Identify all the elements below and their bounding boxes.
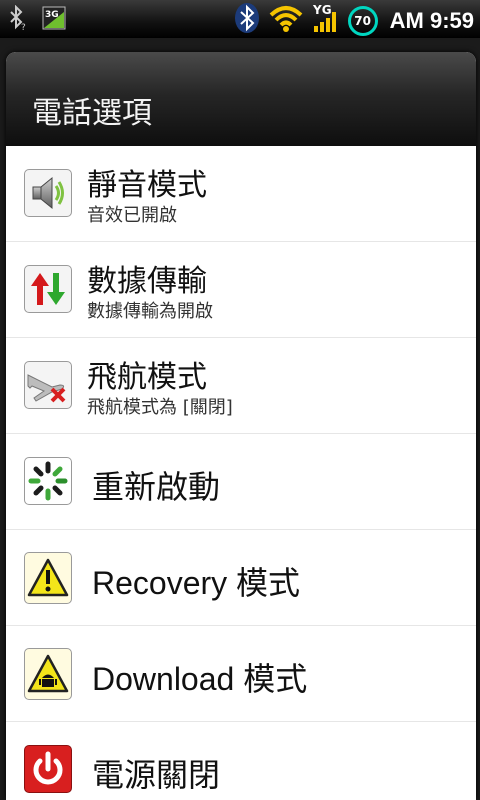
option-airplane-mode[interactable]: 飛航模式 飛航模式為 [關閉] xyxy=(6,338,476,434)
status-bar: ? 3G YG 70 AM 9:59 xyxy=(0,0,480,38)
options-list: 靜音模式 音效已開啟 數據傳輸 數據傳輸為開啟 飛航模式 飛航模式為 [關閉] … xyxy=(6,146,476,800)
clock: AM 9:59 xyxy=(389,7,474,33)
svg-text:YG: YG xyxy=(312,3,332,17)
dialog-title: 電話選項 xyxy=(32,96,152,131)
option-subtitle: 飛航模式為 [關閉] xyxy=(87,397,233,418)
wifi-icon xyxy=(268,3,304,38)
signal-icon: YG xyxy=(312,2,340,39)
option-download-mode[interactable]: Download 模式 xyxy=(6,626,476,722)
option-power-off[interactable]: 電源關閉 xyxy=(6,722,476,800)
data-transfer-icon xyxy=(24,265,72,313)
phone-options-dialog: 電話選項 靜音模式 音效已開啟 數據傳輸 數據傳輸為開啟 飛航模式 飛航模式為 … xyxy=(6,52,476,800)
airplane-icon xyxy=(24,361,72,409)
option-subtitle: 數據傳輸為開啟 xyxy=(87,301,213,322)
battery-indicator: 70 xyxy=(347,5,378,36)
option-title: 電源關閉 xyxy=(92,756,221,794)
svg-text:?: ? xyxy=(21,23,26,31)
dialog-header: 電話選項 xyxy=(6,52,476,146)
option-silent-mode[interactable]: 靜音模式 音效已開啟 xyxy=(6,146,476,242)
3g-icon: 3G xyxy=(42,6,66,35)
warning-icon xyxy=(24,552,72,604)
option-data-transfer[interactable]: 數據傳輸 數據傳輸為開啟 xyxy=(6,242,476,338)
option-title: 飛航模式 xyxy=(87,360,207,395)
option-restart[interactable]: 重新啟動 xyxy=(6,434,476,530)
speaker-icon xyxy=(24,169,72,217)
option-title: 數據傳輸 xyxy=(87,264,207,299)
svg-text:3G: 3G xyxy=(45,10,59,20)
restart-icon xyxy=(24,457,72,505)
bluetooth-search-icon: ? xyxy=(8,4,28,36)
bluetooth-icon xyxy=(234,2,260,39)
option-title: 靜音模式 xyxy=(87,168,207,203)
android-warning-icon xyxy=(24,648,72,700)
option-title: 重新啟動 xyxy=(92,468,221,506)
power-icon xyxy=(24,745,72,793)
option-title: Recovery 模式 xyxy=(92,565,301,601)
option-subtitle: 音效已開啟 xyxy=(87,205,177,226)
option-recovery-mode[interactable]: Recovery 模式 xyxy=(6,530,476,626)
option-title: Download 模式 xyxy=(92,661,308,697)
